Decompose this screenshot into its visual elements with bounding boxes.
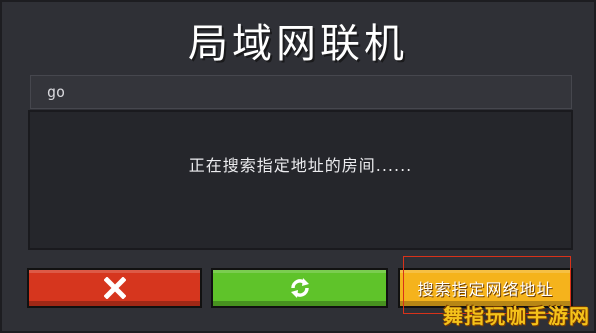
search-address-label: 搜索指定网络地址 <box>417 280 554 299</box>
status-panel: 正在搜索指定地址的房间...... <box>28 110 573 250</box>
address-input-value: go <box>47 83 66 101</box>
cancel-button[interactable] <box>27 268 202 308</box>
status-message: 正在搜索指定地址的房间...... <box>188 156 413 175</box>
lan-dialog: 局域网联机 go 正在搜索指定地址的房间...... 搜索指定网络地址 舞指玩咖… <box>0 0 596 333</box>
address-input[interactable]: go <box>30 75 572 109</box>
refresh-icon <box>287 275 313 301</box>
refresh-button[interactable] <box>211 268 388 308</box>
watermark: 舞指玩咖手游网 <box>443 304 590 328</box>
dialog-title: 局域网联机 <box>188 21 408 67</box>
close-icon <box>103 277 126 299</box>
